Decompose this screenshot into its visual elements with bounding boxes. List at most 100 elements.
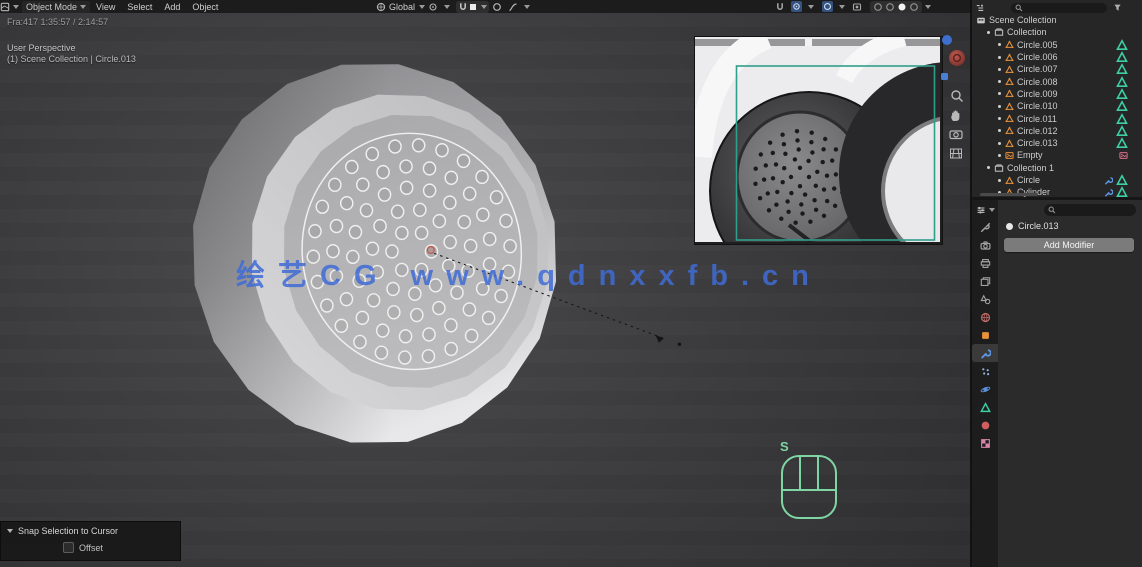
disclosure-dot[interactable]	[998, 117, 1001, 121]
snap-target-icon[interactable]	[468, 2, 478, 12]
disclosure-dot[interactable]	[998, 129, 1001, 133]
tab-texture[interactable]	[972, 434, 998, 452]
outliner-row-circle-005[interactable]: Circle.005	[972, 38, 1142, 51]
pan-hand-icon[interactable]	[951, 110, 960, 121]
tab-object[interactable]	[972, 326, 998, 344]
tab-output[interactable]	[972, 254, 998, 272]
modifier-icon[interactable]	[1104, 176, 1113, 185]
3d-viewport[interactable]: Fra:417 1:35:57 / 2:14:57 User Perspecti…	[0, 13, 970, 567]
mesh-data-icon[interactable]	[1116, 75, 1128, 88]
mesh-data-icon[interactable]	[1116, 100, 1128, 112]
mode-dropdown[interactable]: Object Mode	[22, 0, 91, 13]
disclosure-dot[interactable]	[998, 153, 1001, 157]
falloff-icon[interactable]	[508, 2, 518, 12]
outliner-search-input[interactable]	[1011, 2, 1107, 13]
outliner-row-circle-008[interactable]: Circle.008	[972, 75, 1142, 87]
outliner-scrollbar[interactable]	[980, 193, 1038, 196]
outliner-editor-icon[interactable]	[975, 3, 985, 13]
mesh-data-icon[interactable]	[1116, 38, 1128, 51]
mesh-data-icon[interactable]	[1116, 124, 1128, 137]
camera-icon[interactable]	[949, 130, 963, 140]
tab-view-layer[interactable]	[972, 272, 998, 290]
pivot-point-icon[interactable]	[428, 2, 438, 12]
add-modifier-button[interactable]: Add Modifier	[1004, 238, 1134, 252]
tab-render[interactable]	[972, 236, 998, 254]
outliner-row-collection-1[interactable]: Collection 1	[972, 162, 1142, 174]
axis-gizmo-red[interactable]	[949, 50, 965, 66]
orientation-label[interactable]: Global	[389, 2, 415, 12]
viewport-header: Object Mode View Select Add Object Global	[0, 0, 970, 13]
viewport-editor-icon[interactable]	[0, 2, 10, 12]
overlays-toggle-icon[interactable]	[822, 1, 833, 12]
redo-panel-header[interactable]: Snap Selection to Cursor	[1, 522, 180, 538]
mesh-data-icon[interactable]	[1116, 51, 1128, 63]
properties-search-input[interactable]	[1044, 204, 1136, 216]
xray-toggle-icon[interactable]	[852, 2, 862, 12]
disclosure-dot[interactable]	[998, 55, 1001, 59]
outliner-row-circle-006[interactable]: Circle.006	[972, 51, 1142, 63]
proportional-editing-icon[interactable]	[492, 2, 502, 12]
right-sidebar: Scene Collection Collection Circle.005 Circ…	[970, 0, 1142, 567]
menu-object[interactable]: Object	[192, 2, 218, 12]
perspective-grid-icon[interactable]	[950, 148, 962, 159]
object-square-icon	[980, 330, 991, 341]
filter-icon[interactable]	[1113, 3, 1122, 12]
shading-material-preview-icon[interactable]	[897, 2, 907, 12]
properties-editor-icon[interactable]	[976, 205, 986, 215]
disclosure-dot[interactable]	[998, 92, 1001, 96]
transform-orientation-icon[interactable]	[376, 2, 386, 12]
gizmo-toggle-icon[interactable]	[791, 1, 802, 12]
shading-solid-icon[interactable]	[885, 2, 895, 12]
tab-material[interactable]	[972, 416, 998, 434]
mesh-data-icon[interactable]	[1116, 88, 1128, 100]
outliner-row-circle-010[interactable]: Circle.010	[972, 100, 1142, 112]
tab-world[interactable]	[972, 308, 998, 326]
mesh-data-icon[interactable]	[1116, 112, 1128, 125]
outliner-row-circle-009[interactable]: Circle.009	[972, 88, 1142, 100]
snap-magnet-icon[interactable]	[458, 2, 468, 12]
camera-view-dot[interactable]	[941, 73, 948, 80]
disclosure-dot[interactable]	[987, 30, 990, 34]
outliner-row-empty[interactable]: Empty	[972, 149, 1142, 161]
outliner-row-circle-012[interactable]: Circle.012	[972, 124, 1142, 137]
mesh-data-icon[interactable]	[1116, 186, 1128, 197]
mesh-data-icon[interactable]	[1116, 137, 1128, 149]
menu-select[interactable]: Select	[127, 2, 152, 12]
snap-magnet-icon[interactable]	[775, 2, 785, 12]
tab-scene[interactable]	[972, 290, 998, 308]
shading-rendered-icon[interactable]	[909, 2, 919, 12]
shading-wireframe-icon[interactable]	[873, 2, 883, 12]
axis-gizmo-blue[interactable]	[942, 35, 952, 45]
outliner-row-circle-007[interactable]: Circle.007	[972, 63, 1142, 75]
breadcrumb: Circle.013	[1006, 221, 1059, 231]
disclosure-dot[interactable]	[998, 80, 1001, 84]
tab-object-data[interactable]	[972, 398, 998, 416]
menu-view[interactable]: View	[96, 2, 115, 12]
disclosure-dot[interactable]	[998, 104, 1001, 108]
breadcrumb-object-name: Circle.013	[1018, 221, 1059, 231]
mesh-data-icon[interactable]	[1116, 174, 1128, 186]
tab-tool[interactable]	[972, 218, 998, 236]
zoom-icon[interactable]	[951, 90, 963, 102]
outliner-row-scene-collection[interactable]: Scene Collection	[972, 14, 1142, 26]
disclosure-dot[interactable]	[998, 43, 1001, 47]
image-data-icon[interactable]	[1119, 151, 1128, 160]
modifier-icon[interactable]	[1104, 188, 1113, 197]
outliner-item-label: Collection	[1007, 27, 1047, 38]
menu-add[interactable]: Add	[164, 2, 180, 12]
outliner-row-collection[interactable]: Collection	[972, 26, 1142, 38]
offset-checkbox[interactable]	[63, 542, 74, 553]
tab-physics[interactable]	[972, 380, 998, 398]
shading-mode-group	[870, 0, 922, 13]
tab-particles[interactable]	[972, 362, 998, 380]
disclosure-dot[interactable]	[987, 166, 990, 170]
disclosure-dot[interactable]	[998, 67, 1001, 71]
outliner-row-circle-013[interactable]: Circle.013	[972, 137, 1142, 149]
mesh-data-icon[interactable]	[1116, 63, 1128, 75]
outliner-row-circle[interactable]: Circle	[972, 174, 1142, 186]
tab-modifiers[interactable]	[972, 344, 998, 362]
outliner-row-circle-011[interactable]: Circle.011	[972, 112, 1142, 124]
disclosure-dot[interactable]	[998, 141, 1001, 145]
properties-panel: Circle.013 Add Modifier	[972, 200, 1142, 567]
disclosure-dot[interactable]	[998, 178, 1001, 182]
